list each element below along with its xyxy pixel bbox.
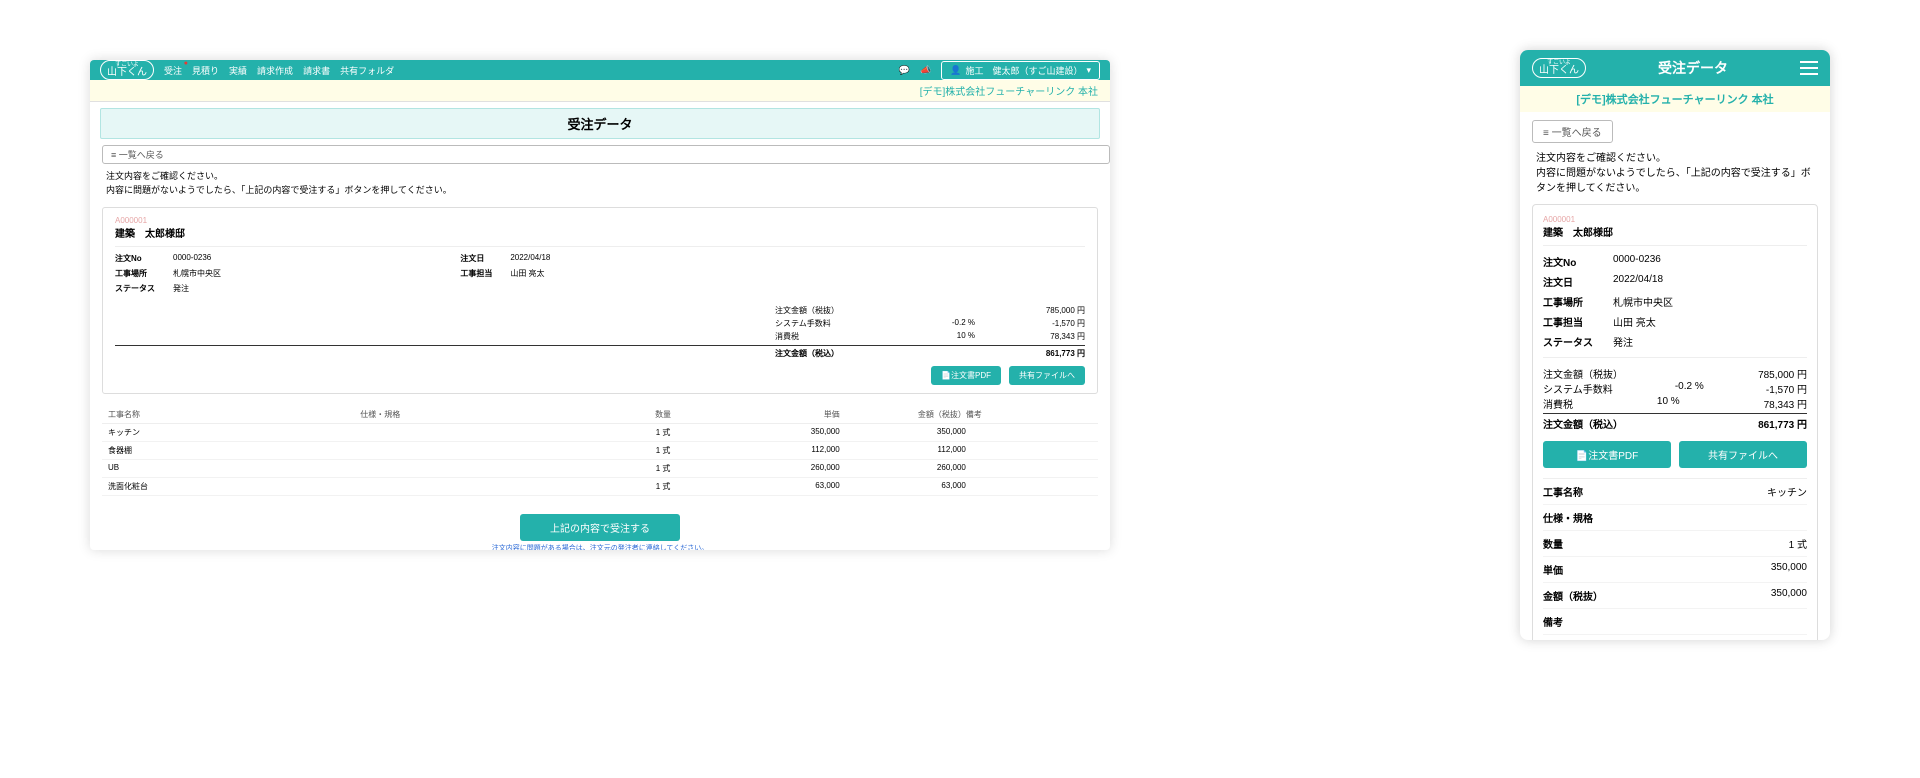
nav-invoice-create[interactable]: 請求作成 — [257, 64, 293, 77]
page-title: 受注データ — [100, 108, 1100, 139]
mobile-tenant: [デモ]株式会社フューチャーリンク 本社 — [1520, 86, 1830, 112]
nav-links: 受注 見積り 実績 請求作成 請求書 共有フォルダ — [164, 64, 394, 77]
chat-icon[interactable]: 💬 — [899, 65, 910, 76]
nav-invoice[interactable]: 請求書 — [303, 64, 330, 77]
place-value: 札幌市中央区 — [173, 268, 442, 279]
accept-button[interactable]: 上記の内容で受注する — [520, 514, 680, 541]
nav-order[interactable]: 受注 — [164, 64, 182, 77]
person-value: 山田 亮太 — [510, 268, 779, 279]
person-label: 工事担当 — [460, 268, 492, 279]
order-no-label: 注文No — [115, 253, 155, 264]
items-table: 工事名称仕様・規格数量単価金額（税抜）備考 キッチン1 式350,000350,… — [102, 406, 1098, 496]
confirm-message: 注文内容をご確認ください。内容に問題がないようでしたら、「上記の内容で受注する」… — [1536, 151, 1814, 196]
table-row: 食器棚1 式112,000112,000 — [102, 442, 1098, 460]
chevron-down-icon: ▾ — [1086, 65, 1091, 76]
logo: すごいよ山下くん — [1532, 58, 1586, 78]
desktop-window: すごいよ山下くん 受注 見積り 実績 請求作成 請求書 共有フォルダ 💬 📣 👤… — [90, 60, 1110, 550]
logo: すごいよ山下くん — [100, 60, 154, 80]
table-row: 洗面化粧台1 式63,00063,000 — [102, 478, 1098, 496]
contact-note: 注文内容に問題がある場合は、注文元の発注者に連絡してください。 — [90, 543, 1110, 550]
top-nav: すごいよ山下くん 受注 見積り 実績 請求作成 請求書 共有フォルダ 💬 📣 👤… — [90, 60, 1110, 80]
confirm-message: 注文内容をご確認ください。内容に問題がないようでしたら、「上記の内容で受注する」… — [90, 164, 1110, 203]
item-detail: 工事名称キッチン 仕様・規格 数量1 式 単価350,000 金額（税抜）350… — [1543, 478, 1807, 640]
share-button[interactable]: 共有ファイルへ — [1009, 366, 1085, 385]
announce-icon[interactable]: 📣 — [920, 65, 931, 76]
mobile-title: 受注データ — [1658, 58, 1728, 78]
order-card: A000001 建築 太郎様邸 注文No0000-0236 注文日2022/04… — [1532, 204, 1818, 640]
order-date-value: 2022/04/18 — [510, 253, 779, 264]
nav-estimate[interactable]: 見積り — [192, 64, 219, 77]
back-button[interactable]: ≡ 一覧へ戻る — [102, 145, 1110, 164]
user-menu[interactable]: 👤 施工 健太郎（すご山建設） ▾ — [941, 61, 1100, 80]
mobile-header: すごいよ山下くん 受注データ — [1520, 50, 1830, 86]
pdf-button[interactable]: 📄注文書PDF — [931, 366, 1001, 385]
place-label: 工事場所 — [115, 268, 155, 279]
nav-results[interactable]: 実績 — [229, 64, 247, 77]
order-date-label: 注文日 — [460, 253, 492, 264]
order-card: A000001 建築 太郎様邸 注文No 0000-0236 注文日 2022/04… — [102, 207, 1098, 394]
case-name: 建築 太郎様邸 — [115, 225, 1085, 240]
hamburger-icon[interactable] — [1800, 61, 1818, 75]
tenant-strip: [デモ]株式会社フューチャーリンク 本社 — [90, 80, 1110, 102]
case-id: A000001 — [115, 216, 1085, 225]
user-icon: 👤 — [950, 65, 961, 76]
table-row: UB1 式260,000260,000 — [102, 460, 1098, 478]
mobile-window: すごいよ山下くん 受注データ [デモ]株式会社フューチャーリンク 本社 ≡ 一覧… — [1520, 50, 1830, 640]
order-no-value: 0000-0236 — [173, 253, 442, 264]
share-button[interactable]: 共有ファイルへ — [1679, 441, 1807, 468]
user-label: 施工 健太郎（すご山建設） — [965, 64, 1082, 77]
status-value: 発注 — [173, 283, 442, 294]
back-button[interactable]: ≡ 一覧へ戻る — [1532, 120, 1613, 143]
status-label: ステータス — [115, 283, 155, 294]
pdf-button[interactable]: 📄注文書PDF — [1543, 441, 1671, 468]
table-row: キッチン1 式350,000350,000 — [102, 424, 1098, 442]
amount-block: 注文金額（税抜）785,000 円 システム手数料-0.2 %-1,570 円 … — [115, 304, 1085, 360]
nav-shared[interactable]: 共有フォルダ — [340, 64, 394, 77]
